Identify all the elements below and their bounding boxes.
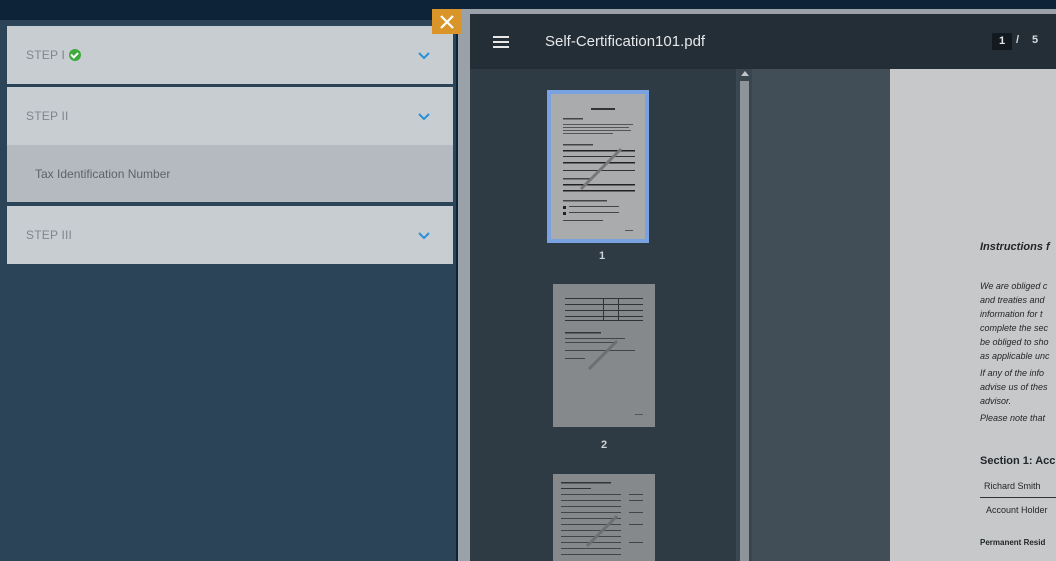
instructions-note: Please note that [980, 413, 1046, 423]
instructions-line: advise us of thes [980, 382, 1048, 392]
viewer-toolbar: Self-Certification101.pdf 1 / 5 [470, 14, 1056, 69]
current-page-input[interactable]: 1 [992, 33, 1012, 50]
scroll-up-arrow-icon[interactable] [741, 71, 749, 76]
step-2-header[interactable]: STEP II [7, 87, 453, 145]
page-thumbnail-1[interactable] [547, 90, 649, 243]
step-3-label: STEP III [26, 228, 73, 242]
close-icon [439, 14, 454, 29]
thumbnail-scrollbar[interactable] [737, 69, 752, 561]
menu-icon[interactable] [493, 36, 509, 48]
instructions-line: complete the sec [980, 323, 1049, 333]
total-pages: 5 [1032, 34, 1039, 46]
scroll-thumb[interactable] [740, 81, 749, 561]
permanent-residence-label: Permanent Resid [980, 538, 1046, 547]
step-3-header[interactable]: STEP III [7, 206, 453, 264]
step-2-label: STEP II [26, 109, 69, 123]
document-page-area: Instructions f We are obliged c and trea… [752, 69, 1056, 561]
tax-identification-number-item[interactable]: Tax Identification Number [7, 145, 453, 202]
thumbnail-sidebar: 1 2 [470, 69, 736, 561]
document-page: Instructions f We are obliged c and trea… [890, 69, 1056, 561]
chevron-down-icon[interactable] [417, 109, 431, 123]
check-circle-icon [69, 49, 81, 61]
section-1-title: Section 1: Acc [980, 455, 1056, 467]
chevron-down-icon[interactable] [417, 228, 431, 242]
instructions-line: as applicable unc [980, 351, 1050, 361]
instructions-line: We are obliged c [980, 281, 1048, 291]
page-thumbnail-3[interactable] [553, 474, 655, 561]
instructions-line: information for t [980, 309, 1043, 319]
step-1-label: STEP I [26, 48, 65, 62]
step-1-header[interactable]: STEP I [7, 26, 453, 84]
page-preview-1 [551, 94, 645, 239]
page-separator: / [1016, 34, 1020, 46]
page-thumbnail-2[interactable] [553, 284, 655, 427]
page-thumbnail-label-2: 2 [600, 439, 608, 451]
instructions-line: and treaties and [980, 295, 1045, 305]
chevron-down-icon[interactable] [417, 48, 431, 62]
page-preview-3 [553, 474, 655, 561]
instructions-line: If any of the info [980, 368, 1045, 378]
document-title: Self-Certification101.pdf [545, 33, 706, 50]
instructions-line: be obliged to sho [980, 337, 1049, 347]
field-underline [980, 497, 1056, 498]
close-button[interactable] [432, 9, 461, 34]
tax-identification-number-label: Tax Identification Number [35, 166, 171, 181]
instructions-heading: Instructions f [980, 241, 1050, 253]
page-preview-2 [553, 284, 655, 427]
account-holder-value: Richard Smith [984, 481, 1041, 491]
pdf-viewer: Self-Certification101.pdf 1 / 5 1 2 Inst… [458, 9, 1056, 561]
instructions-line: advisor. [980, 396, 1012, 406]
page-thumbnail-label-1: 1 [598, 250, 606, 262]
account-holder-label: Account Holder [986, 505, 1048, 515]
